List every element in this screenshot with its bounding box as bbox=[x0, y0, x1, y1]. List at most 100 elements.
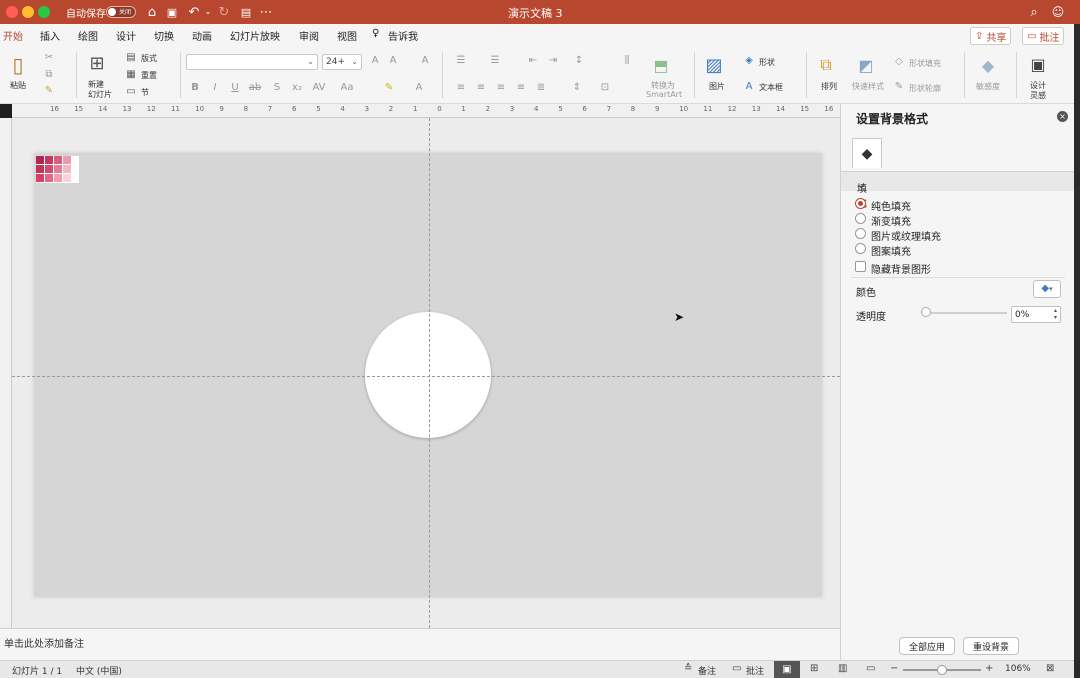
fill-bucket-icon[interactable]: ◆ bbox=[852, 138, 882, 168]
font-name-select[interactable]: ⌄ bbox=[186, 54, 318, 70]
zoom-slider-thumb[interactable] bbox=[937, 665, 947, 675]
comments-button[interactable]: ▭ 批注 bbox=[1022, 27, 1065, 45]
font-size-select[interactable]: 24+ ⌄ bbox=[322, 54, 362, 70]
reset-background-button[interactable]: 重设背景 bbox=[963, 637, 1019, 655]
tab-draw[interactable]: 绘图 bbox=[78, 28, 98, 43]
paste-icon[interactable]: ▯ bbox=[6, 52, 30, 78]
align-left-icon[interactable]: ≡ bbox=[454, 82, 468, 93]
circle-shape[interactable] bbox=[365, 312, 491, 438]
highlight-icon[interactable]: ✎ bbox=[382, 82, 396, 93]
change-case-icon[interactable]: Aa bbox=[340, 82, 354, 93]
subscript-icon[interactable]: x₂ bbox=[290, 82, 304, 93]
smartart-icon[interactable]: ⬒ bbox=[648, 54, 674, 76]
fit-to-window-icon[interactable]: ⊠ bbox=[1046, 663, 1054, 674]
sensitivity-icon[interactable]: ◆ bbox=[976, 54, 1000, 76]
zoom-in-icon[interactable]: + bbox=[985, 663, 993, 674]
tab-design[interactable]: 设计 bbox=[116, 28, 136, 43]
autosave-toggle[interactable]: 关闭 bbox=[106, 6, 136, 18]
present-icon[interactable]: ▤ bbox=[238, 4, 254, 20]
clear-format-icon[interactable]: A bbox=[418, 55, 432, 66]
new-slide-icon[interactable]: ⊞ bbox=[84, 52, 110, 74]
zoom-out-icon[interactable]: − bbox=[890, 663, 898, 674]
account-icon[interactable]: ☺ bbox=[1050, 4, 1066, 20]
cut-icon[interactable]: ✂ bbox=[42, 52, 56, 63]
tab-transitions[interactable]: 切换 bbox=[154, 28, 174, 43]
tab-view[interactable]: 视图 bbox=[337, 28, 357, 43]
transparency-slider-track[interactable] bbox=[925, 312, 1007, 314]
slideshow-icon[interactable]: ▭ bbox=[866, 663, 875, 674]
redo-icon[interactable]: ↻ bbox=[216, 4, 232, 20]
align-center-icon[interactable]: ≡ bbox=[474, 82, 488, 93]
section-icon[interactable]: ▭ bbox=[124, 86, 138, 97]
tab-review[interactable]: 审阅 bbox=[299, 28, 319, 43]
tab-home[interactable]: 开始 bbox=[3, 28, 23, 48]
slide[interactable] bbox=[34, 153, 822, 597]
more-icon[interactable]: ⋯ bbox=[258, 4, 274, 20]
font-color-icon[interactable]: A bbox=[412, 82, 426, 93]
shadow-icon[interactable]: S bbox=[270, 82, 284, 93]
arrange-icon[interactable]: ⧉ bbox=[814, 54, 838, 76]
search-icon[interactable]: ⌕ bbox=[1026, 4, 1042, 20]
language-indicator[interactable]: 中文 (中国) bbox=[76, 664, 122, 677]
normal-view-icon[interactable]: ▣ bbox=[774, 661, 800, 678]
layout-button[interactable]: 版式 bbox=[141, 53, 157, 64]
shape-icon[interactable]: ◈ bbox=[742, 55, 756, 66]
decrease-indent-icon[interactable]: ⇤ bbox=[526, 55, 540, 66]
share-button[interactable]: ⇪ 共享 bbox=[970, 27, 1012, 45]
shape-button[interactable]: 形状 bbox=[759, 57, 775, 68]
notes-pane[interactable]: 单击此处添加备注 bbox=[0, 628, 840, 660]
transparency-slider-thumb[interactable] bbox=[921, 307, 931, 317]
align-text-icon[interactable]: ⊡ bbox=[598, 82, 612, 93]
minimize-window-button[interactable] bbox=[22, 6, 34, 18]
distributed-icon[interactable]: ≣ bbox=[534, 82, 548, 93]
decrease-font-icon[interactable]: A bbox=[386, 55, 400, 66]
columns-icon[interactable]: ⫼ bbox=[620, 55, 634, 66]
line-spacing-icon[interactable]: ↕ bbox=[572, 55, 586, 66]
tab-tell-me[interactable]: 告诉我 bbox=[388, 28, 418, 43]
save-icon[interactable]: ▣ bbox=[164, 4, 180, 20]
close-window-button[interactable] bbox=[6, 6, 18, 18]
shape-outline-button[interactable]: 形状轮廓 bbox=[909, 83, 941, 94]
gradient-fill-radio[interactable] bbox=[855, 213, 866, 224]
bold-icon[interactable]: B bbox=[188, 82, 202, 93]
numbering-icon[interactable]: ☰ bbox=[488, 55, 502, 66]
vertical-guide[interactable] bbox=[429, 118, 430, 628]
char-spacing-icon[interactable]: AV bbox=[312, 82, 326, 93]
close-pane-icon[interactable]: × bbox=[1057, 111, 1068, 122]
italic-icon[interactable]: I bbox=[208, 82, 222, 93]
slide-canvas[interactable]: ➤ bbox=[12, 118, 840, 628]
pattern-fill-radio[interactable] bbox=[855, 243, 866, 254]
picture-fill-radio[interactable] bbox=[855, 228, 866, 239]
stepper-arrows-icon[interactable]: ▴ ▾ bbox=[1054, 307, 1057, 321]
justify-icon[interactable]: ≡ bbox=[514, 82, 528, 93]
quick-styles-icon[interactable]: ◩ bbox=[854, 54, 878, 76]
layout-icon[interactable]: ▤ bbox=[124, 52, 138, 63]
tab-animations[interactable]: 动画 bbox=[192, 28, 212, 43]
transparency-input[interactable]: 0% ▴ ▾ bbox=[1011, 306, 1061, 323]
reading-view-icon[interactable]: ▥ bbox=[838, 663, 847, 674]
undo-dropdown-icon[interactable]: ⌄ bbox=[200, 4, 216, 20]
text-direction-icon[interactable]: ⇕ bbox=[570, 82, 584, 93]
shape-outline-icon[interactable]: ✎ bbox=[892, 81, 906, 92]
designer-icon[interactable]: ▣ bbox=[1026, 52, 1050, 76]
strikethrough-icon[interactable]: ab bbox=[248, 82, 262, 93]
underline-icon[interactable]: U bbox=[228, 82, 242, 93]
copy-icon[interactable]: ⧉ bbox=[42, 69, 56, 80]
home-icon[interactable]: ⌂ bbox=[144, 4, 160, 20]
apply-to-all-button[interactable]: 全部应用 bbox=[899, 637, 955, 655]
align-right-icon[interactable]: ≡ bbox=[494, 82, 508, 93]
hide-bg-graphics-checkbox[interactable] bbox=[855, 261, 866, 272]
tab-slideshow[interactable]: 幻灯片放映 bbox=[230, 28, 280, 43]
color-picker-button[interactable]: ◆▾ bbox=[1033, 280, 1061, 298]
tab-insert[interactable]: 插入 bbox=[40, 28, 60, 43]
shape-fill-button[interactable]: 形状填充 bbox=[909, 58, 941, 69]
textbox-button[interactable]: 文本框 bbox=[759, 82, 783, 93]
textbox-icon[interactable]: A bbox=[742, 81, 756, 92]
notes-toggle[interactable]: 备注 bbox=[698, 664, 716, 677]
bullets-icon[interactable]: ☰ bbox=[454, 55, 468, 66]
solid-fill-radio[interactable] bbox=[855, 198, 866, 209]
reset-button[interactable]: 重置 bbox=[141, 70, 157, 81]
zoom-level[interactable]: 106% bbox=[1005, 664, 1031, 674]
zoom-window-button[interactable] bbox=[38, 6, 50, 18]
picture-icon[interactable]: ▨ bbox=[702, 54, 726, 76]
